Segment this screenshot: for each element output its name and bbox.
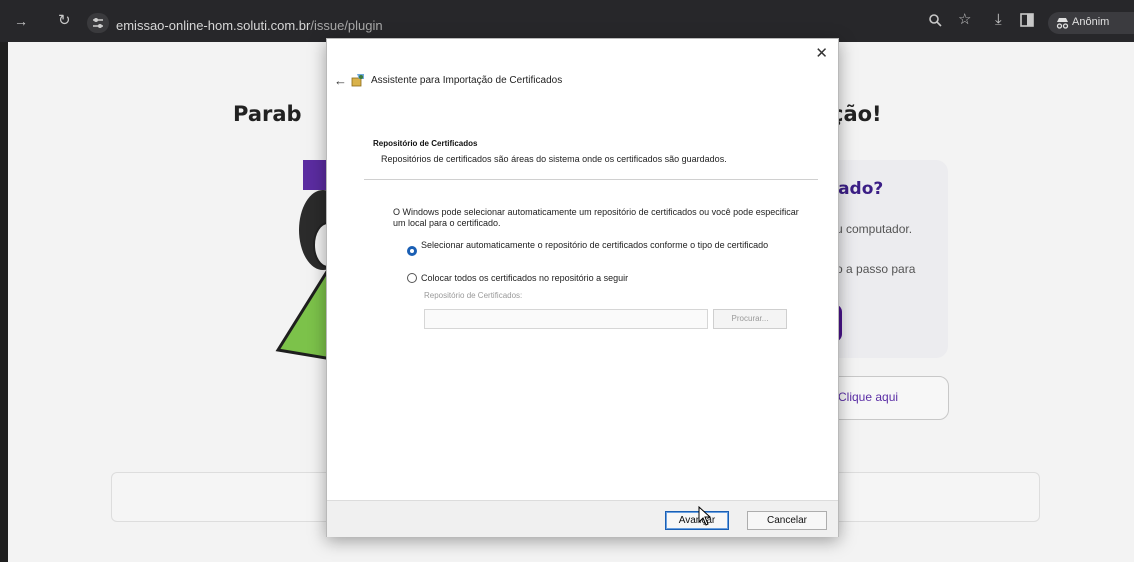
click-here-button[interactable]: Clique aqui [823,376,949,420]
dialog-footer: Avançar Cancelar [327,500,838,537]
section-description: Repositórios de certificados são áreas d… [381,154,727,164]
incognito-profile-button[interactable]: Anônim [1048,12,1134,34]
star-icon[interactable]: ☆ [958,12,971,27]
zoom-icon[interactable] [928,13,942,29]
browse-button: Procurar... [713,309,787,329]
page-heading-left: Parab [233,102,302,126]
radio-manual-store[interactable] [407,273,417,283]
store-input [424,309,708,329]
incognito-icon [1056,16,1069,31]
back-arrow-icon[interactable]: ← [334,73,347,88]
intro-text: O Windows pode selecionar automaticament… [393,207,799,228]
url-path: /issue/plugin [310,18,383,33]
forward-icon[interactable]: → [14,14,28,28]
sidepanel-icon[interactable] [1020,13,1034,29]
store-label: Repositório de Certificados: [424,291,523,300]
profile-label: Anônim [1072,16,1110,28]
browser-toolbar: → ↻ emissao-online-hom.soluti.com.br/iss… [0,0,1134,42]
section-title: Repositório de Certificados [373,139,478,148]
radio-manual-label[interactable]: Colocar todos os certificados no reposit… [421,273,628,283]
radio-auto-select[interactable] [407,246,417,256]
url-host: emissao-online-hom.soluti.com.br [116,18,311,33]
close-icon[interactable]: ✕ [815,44,828,62]
click-here-label: Clique aqui [838,390,899,404]
next-button[interactable]: Avançar [665,511,729,530]
illustration-image [275,160,338,362]
certificate-wizard-icon [351,74,364,87]
address-bar[interactable]: emissao-online-hom.soluti.com.br/issue/p… [116,18,383,33]
site-settings-icon[interactable] [87,13,109,33]
reload-icon[interactable]: ↻ [58,13,71,28]
dialog-title: Assistente para Importação de Certificad… [371,75,563,86]
mouse-cursor-icon [698,506,712,526]
divider [364,179,818,180]
download-icon[interactable]: ⤓ [995,12,1002,27]
card-text-line1: u computador. [836,222,913,236]
card-text-line2: o a passo para [836,262,916,276]
cancel-button[interactable]: Cancelar [747,511,827,530]
certificate-import-dialog: ✕ ← Assistente para Importação de Certif… [326,38,839,537]
radio-auto-label[interactable]: Selecionar automaticamente o repositório… [421,240,781,250]
